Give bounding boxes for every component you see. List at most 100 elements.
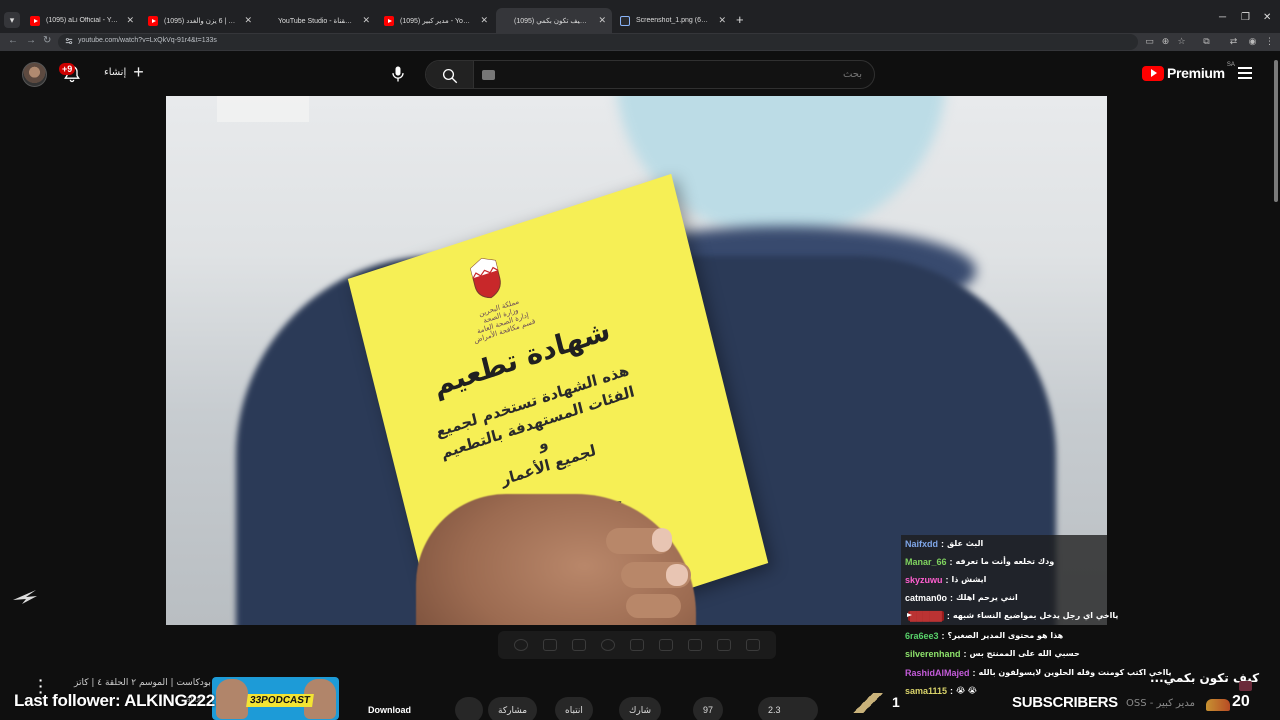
chat-separator: : [946, 610, 950, 621]
search-input[interactable] [476, 61, 872, 88]
browser-window: ▾ (1095) aLi Official - YouTube ✕ (1095)… [0, 0, 1280, 720]
extensions-icon[interactable]: ⧉ [1201, 36, 1212, 47]
tab-title: (1095) انذار الدراما | 6 يزن والغدد [164, 17, 236, 25]
chat-separator: : [950, 592, 954, 603]
site-info-icon[interactable] [65, 37, 73, 45]
control-icon[interactable] [571, 639, 586, 651]
reload-icon[interactable]: ↻ [43, 35, 51, 46]
live-chat-overlay: Naifxdd : البث علق Manar_66 : ودك تخلعه … [901, 535, 1118, 625]
bookmark-star-icon[interactable]: ☆ [1176, 36, 1187, 47]
create-button[interactable]: إنشاء + [104, 62, 144, 82]
recommended-video-title[interactable]: ٣٣ بودكاست | الموسم ٢ الحلقة ٤ | كاتز [74, 678, 223, 688]
maximize-icon[interactable]: ❐ [1241, 12, 1250, 23]
tab-search-button[interactable]: ▾ [4, 12, 20, 28]
tab-strip: ▾ (1095) aLi Official - YouTube ✕ (1095)… [0, 0, 1280, 33]
close-icon[interactable]: ✕ [718, 15, 726, 26]
download-button[interactable]: Download [368, 705, 411, 715]
tab-title: (1095) مدير كبير - YouTube [400, 17, 472, 25]
control-icon[interactable] [717, 639, 732, 651]
control-icon[interactable] [629, 639, 644, 651]
chat-message: Manar_66 : ودك تخلعه وأنت ما تعرفه [901, 553, 1107, 570]
new-tab-button[interactable]: + [736, 12, 744, 27]
chat-username: Manar_66 [905, 556, 947, 567]
chat-separator: : [963, 648, 967, 659]
chat-username: silverenhand [905, 648, 961, 659]
zoom-icon[interactable]: ⊕ [1160, 36, 1171, 47]
scrollbar-thumb[interactable] [1274, 60, 1278, 202]
tab-title: (1095) كيف تكون بكمي... - YouTube [514, 17, 590, 25]
dislike-button[interactable]: 97 [693, 697, 724, 720]
youtube-icon [148, 15, 158, 26]
fingernail [652, 528, 672, 552]
channel-watermark-icon [13, 590, 37, 604]
chat-text: هذا هو محتوى المدير الصغير؟ [947, 631, 1064, 640]
chat-separator: : [949, 556, 953, 567]
profile-icon[interactable]: ◉ [1247, 36, 1258, 47]
control-icon[interactable] [513, 639, 528, 651]
finger [626, 594, 681, 618]
action-pill[interactable] [455, 697, 483, 720]
bahrain-emblem-icon [470, 258, 501, 299]
address-bar[interactable]: youtube.com/watch?v=LxQkVq-91r4&t=133s [58, 34, 1138, 50]
chat-separator: : [972, 667, 976, 678]
control-icon[interactable] [746, 639, 761, 651]
channel-name[interactable]: مدير كبير - OSS [1126, 698, 1195, 709]
close-icon[interactable]: ✕ [480, 15, 488, 26]
page-scrollbar[interactable] [1272, 51, 1280, 720]
control-icon[interactable] [600, 639, 615, 651]
player-controls-bar [498, 631, 776, 659]
plus-icon: + [133, 62, 144, 82]
translate-icon[interactable]: ⇄ [1228, 36, 1239, 47]
logo-text: Premium [1167, 65, 1225, 81]
fire-icon [1206, 699, 1230, 711]
chat-text: 😭 😭 [956, 686, 977, 695]
chat-message: █████ : يااخي اي رجل يدخل بمواضيع النساء… [901, 607, 1118, 624]
hamburger-menu-icon[interactable] [1238, 67, 1252, 79]
avatar[interactable] [22, 62, 47, 87]
create-label: إنشاء [104, 66, 127, 78]
chat-message: 6ra6ee3 : هذا هو محتوى المدير الصغير؟ [901, 627, 1063, 644]
recommended-video-thumbnail[interactable]: 33PODCAST [212, 677, 339, 720]
close-window-icon[interactable]: ✕ [1263, 12, 1271, 23]
control-icon[interactable] [659, 639, 674, 651]
back-icon[interactable]: ← [8, 35, 18, 46]
chat-text: حسبي الله على الممنتج بس [969, 649, 1080, 658]
control-icon[interactable] [542, 639, 557, 651]
mini-badge-icon [1239, 681, 1252, 691]
search-button[interactable] [426, 61, 474, 88]
chat-text: يااخي اكتب كومنت وقله الحلوين لايسولفون … [978, 668, 1172, 677]
chat-separator: : [950, 685, 954, 696]
save-button[interactable]: شارك [619, 697, 662, 720]
tab-3[interactable]: (1095) مدير كبير - YouTube ✕ [376, 8, 494, 33]
microphone-icon[interactable] [388, 64, 408, 84]
chat-text: يااخي اي رجل يدخل بمواضيع النساء شبهه [952, 611, 1119, 620]
close-icon[interactable]: ✕ [126, 15, 134, 26]
chat-message: catman0o : انني يرحم اهلك [901, 589, 1107, 606]
clip-button[interactable]: انتباه [555, 697, 593, 720]
close-icon[interactable]: ✕ [598, 15, 606, 26]
fingernail [666, 564, 688, 586]
tab-0[interactable]: (1095) aLi Official - YouTube ✕ [22, 8, 140, 33]
tab-2[interactable]: YouTube Studio - محتوى القناة ✕ [258, 8, 376, 33]
minimize-icon[interactable]: ─ [1219, 12, 1226, 23]
close-icon[interactable]: ✕ [362, 15, 370, 26]
chat-username: skyzuwu [905, 574, 943, 585]
url-text: youtube.com/watch?v=LxQkVq-91r4&t=133s [78, 37, 217, 44]
more-icon[interactable]: ⋮ [1264, 36, 1275, 47]
tab-1[interactable]: (1095) انذار الدراما | 6 يزن والغدد ✕ [140, 8, 258, 33]
youtube-premium-logo[interactable]: Premium SA [1142, 62, 1235, 81]
tab-4-active[interactable]: (1095) كيف تكون بكمي... - YouTube ✕ [496, 8, 612, 33]
control-icon[interactable] [688, 639, 703, 651]
cast-icon[interactable]: ▭ [1144, 36, 1155, 47]
chat-message: Naifxdd : البث علق [901, 535, 1107, 552]
search-icon [442, 68, 458, 84]
close-icon[interactable]: ✕ [244, 15, 252, 26]
chat-username: 6ra6ee3 [905, 630, 939, 641]
share-button[interactable]: مشاركة [488, 697, 538, 720]
like-button[interactable]: 2.3 [758, 697, 818, 720]
counter-right: 20 [1232, 693, 1250, 710]
tab-title: YouTube Studio - محتوى القناة [278, 17, 354, 25]
youtube-icon [30, 15, 40, 26]
forward-icon[interactable]: → [26, 35, 36, 46]
tab-5[interactable]: Screenshot_1.png (633×487) ✕ [612, 8, 732, 33]
